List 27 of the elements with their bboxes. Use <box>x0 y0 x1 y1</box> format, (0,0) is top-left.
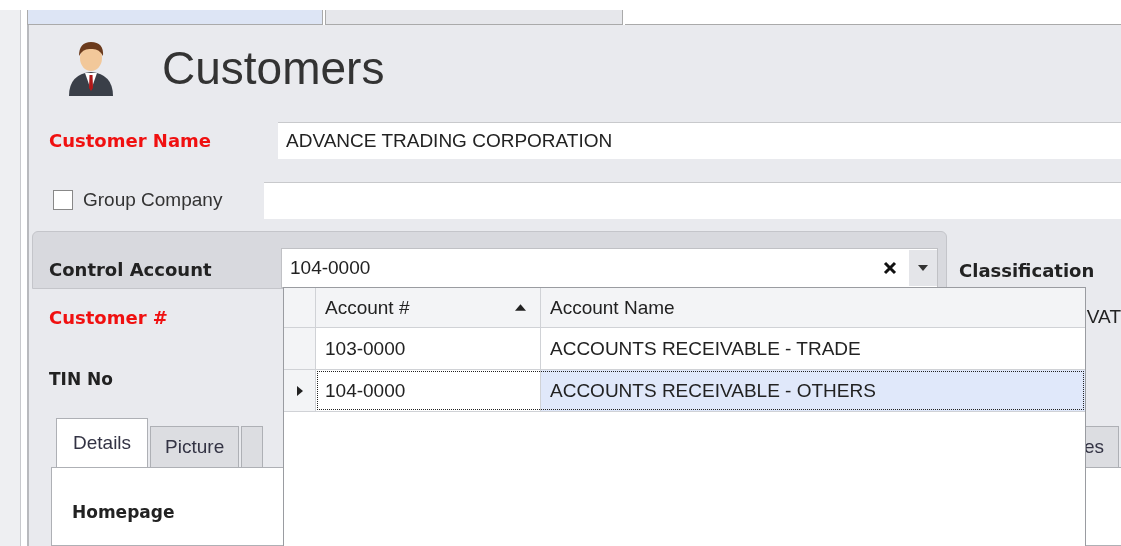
field-label: Classification <box>959 259 1095 281</box>
checkbox-label: Group Company <box>83 189 224 211</box>
tab[interactable] <box>241 426 264 467</box>
column-header[interactable]: Account Name <box>541 288 1085 327</box>
field-value: VAT <box>1086 306 1121 328</box>
field-label: TIN No <box>49 369 113 389</box>
dropdown-button[interactable] <box>909 250 937 286</box>
control-account-combo[interactable]: 104-0000 <box>281 248 938 288</box>
field-label: Customer Name <box>49 129 212 151</box>
table-cell: 103-0000 <box>316 328 541 369</box>
document-tab[interactable] <box>325 10 623 25</box>
clear-icon[interactable] <box>883 261 897 275</box>
column-header[interactable]: Account # <box>316 288 541 327</box>
caret-icon <box>918 265 928 271</box>
field-label: Homepage <box>72 502 175 522</box>
table-cell: ACCOUNTS RECEIVABLE - OTHERS <box>541 370 1085 411</box>
field-label: Customer # <box>49 306 168 328</box>
document-tab[interactable] <box>27 10 323 25</box>
table-cell-text: ACCOUNTS RECEIVABLE - TRADE <box>549 336 862 361</box>
tab[interactable]: Picture <box>150 426 240 467</box>
row-pointer-icon <box>296 385 303 396</box>
customer-name-field[interactable]: ADVANCE TRADING CORPORATION <box>278 121 1121 159</box>
tab[interactable]: Details <box>56 418 149 467</box>
grid-row[interactable]: 104-0000 ACCOUNTS RECEIVABLE - OTHERS <box>284 370 1085 412</box>
page-title: Customers <box>162 40 385 95</box>
field-label: Control Account <box>48 259 213 282</box>
checkbox[interactable] <box>53 190 73 210</box>
